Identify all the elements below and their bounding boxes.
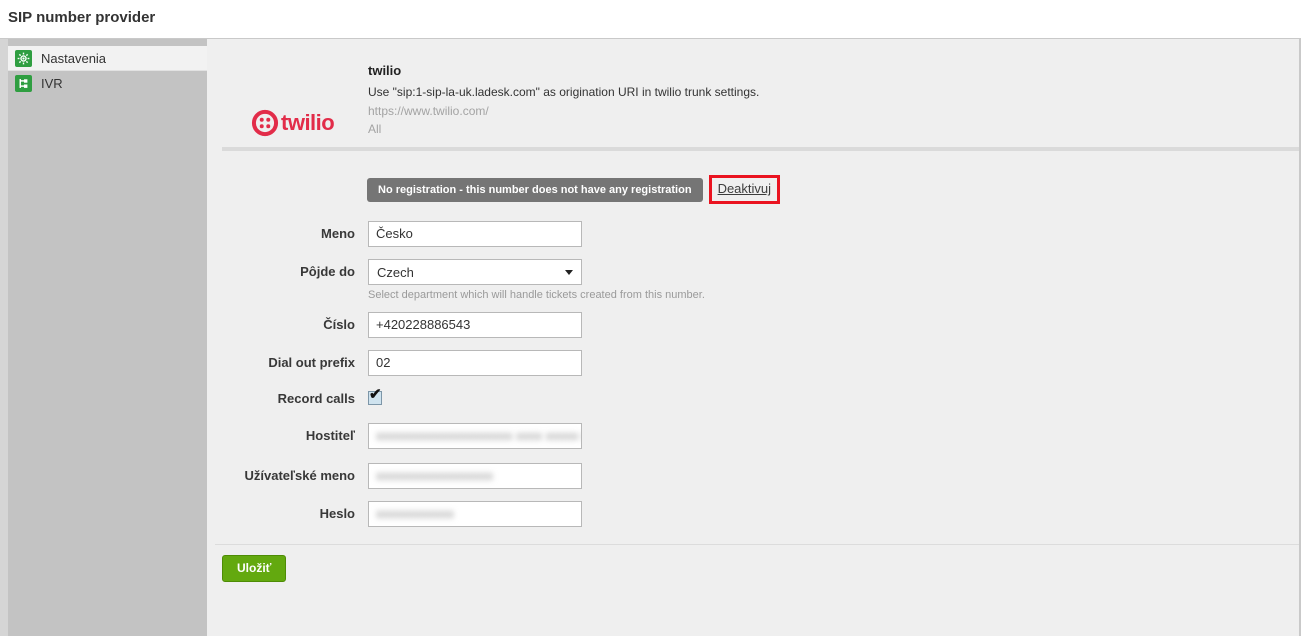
field-label: Pôjde do	[207, 259, 355, 301]
sidebar-item-ivr[interactable]: IVR	[8, 71, 207, 96]
provider-description: Use "sip:1-sip-la-uk.ladesk.com" as orig…	[368, 85, 759, 99]
department-select-value: Czech	[377, 265, 414, 280]
page-title: SIP number provider	[8, 9, 155, 26]
field-label: Heslo	[207, 501, 355, 527]
redacted-value: xxxxxxxxxxxxxxxxxx	[376, 468, 493, 483]
username-input[interactable]: xxxxxxxxxxxxxxxxxx	[368, 463, 582, 489]
deactivate-annotation-box: Deaktivuj	[709, 175, 780, 204]
redacted-value: xxxxxxxxxxxx	[376, 506, 454, 521]
field-label: Meno	[207, 221, 355, 247]
field-label: Dial out prefix	[207, 350, 355, 376]
meno-input[interactable]: Česko	[368, 221, 582, 247]
field-label: Číslo	[207, 312, 355, 338]
form-row-record-calls: Record calls ✔	[207, 386, 1299, 412]
host-input[interactable]: xxxxxxxxxxxxxxxxxxxxx xxxx xxxxx xxx	[368, 423, 582, 449]
number-input[interactable]: +420228886543	[368, 312, 582, 338]
form-row-cislo: Číslo +420228886543	[207, 312, 1299, 338]
form-row-uzivatelske-meno: Užívateľské meno xxxxxxxxxxxxxxxxxx	[207, 463, 1299, 489]
twilio-logo-icon	[251, 109, 279, 137]
ivr-flow-icon	[15, 75, 32, 92]
twilio-logo: twilio	[251, 109, 361, 137]
form-row-meno: Meno Česko	[207, 221, 1299, 247]
field-label: Record calls	[207, 386, 355, 412]
footer-separator	[215, 544, 1299, 545]
provider-name: twilio	[368, 63, 759, 78]
deactivate-link[interactable]: Deaktivuj	[718, 181, 771, 196]
section-divider	[222, 147, 1299, 151]
sidebar: Nastavenia IVR	[8, 39, 207, 636]
provider-info: twilio Use "sip:1-sip-la-uk.ladesk.com" …	[368, 63, 759, 136]
provider-url: https://www.twilio.com/	[368, 104, 759, 118]
sidebar-item-nastavenia[interactable]: Nastavenia	[8, 46, 207, 71]
form-row-hostitel: Hostiteľ xxxxxxxxxxxxxxxxxxxxx xxxx xxxx…	[207, 423, 1299, 449]
dial-out-prefix-input[interactable]: 02	[368, 350, 582, 376]
field-label: Hostiteľ	[207, 423, 355, 449]
field-label: Užívateľské meno	[207, 463, 355, 489]
gear-icon	[15, 50, 32, 67]
chevron-down-icon	[565, 270, 573, 275]
form-row-heslo: Heslo xxxxxxxxxxxx	[207, 501, 1299, 527]
department-helper-text: Select department which will handle tick…	[368, 289, 705, 301]
provider-scope: All	[368, 122, 759, 136]
form-row-dial-out-prefix: Dial out prefix 02	[207, 350, 1299, 376]
department-select[interactable]: Czech	[368, 259, 582, 285]
record-calls-checkbox[interactable]: ✔	[368, 391, 382, 405]
twilio-logo-text: twilio	[281, 110, 334, 136]
provider-panel: Nastavenia IVR	[0, 38, 1301, 636]
main-content: twilio twilio Use "sip:1-sip-la-uk.lades…	[207, 39, 1301, 636]
panel-left-gutter	[0, 39, 8, 636]
registration-row: No registration - this number does not h…	[367, 175, 780, 204]
sidebar-item-label: IVR	[41, 76, 63, 91]
password-input[interactable]: xxxxxxxxxxxx	[368, 501, 582, 527]
checkmark-icon: ✔	[369, 385, 382, 403]
redacted-value: xxxxxxxxxxxxxxxxxxxxx xxxx xxxxx xxx	[376, 428, 582, 443]
sidebar-item-label: Nastavenia	[41, 51, 106, 66]
registration-status-badge: No registration - this number does not h…	[367, 178, 703, 202]
form-row-pojde-do: Pôjde do Czech Select department which w…	[207, 259, 1299, 301]
save-button[interactable]: Uložiť	[222, 555, 286, 582]
